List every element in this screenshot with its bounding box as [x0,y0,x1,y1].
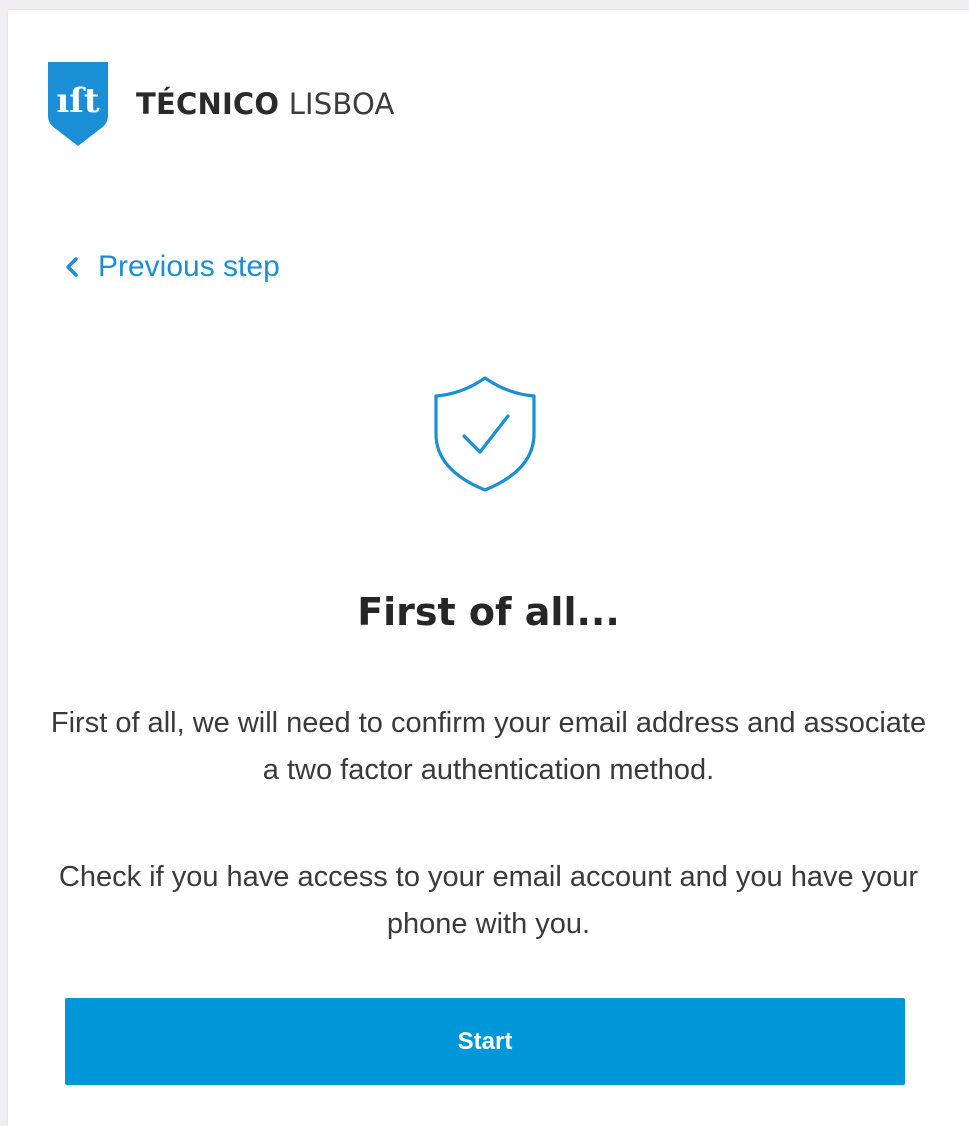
ist-logo-glyph: ıſt [56,81,100,121]
instructions-text: Check if you have access to your email a… [58,861,919,940]
start-button[interactable]: Start [65,998,905,1085]
brand-name-light: LISBOA [279,87,395,121]
setup-card: ıſt TÉCNICO LISBOA Previous step First o… [8,10,969,1126]
shield-check-icon [434,376,536,492]
chevron-left-icon [66,257,78,277]
previous-step-link[interactable]: Previous step [64,250,280,284]
ist-shield-logo-icon: ıſt [48,62,108,146]
page-title: First of all... [357,590,620,634]
previous-step-label: Previous step [98,250,280,283]
tecnico-lisboa-logo[interactable]: ıſt TÉCNICO LISBOA [48,62,395,146]
brand-name: TÉCNICO LISBOA [136,87,395,121]
intro-text: First of all, we will need to confirm yo… [50,707,927,786]
brand-name-bold: TÉCNICO [136,87,280,121]
